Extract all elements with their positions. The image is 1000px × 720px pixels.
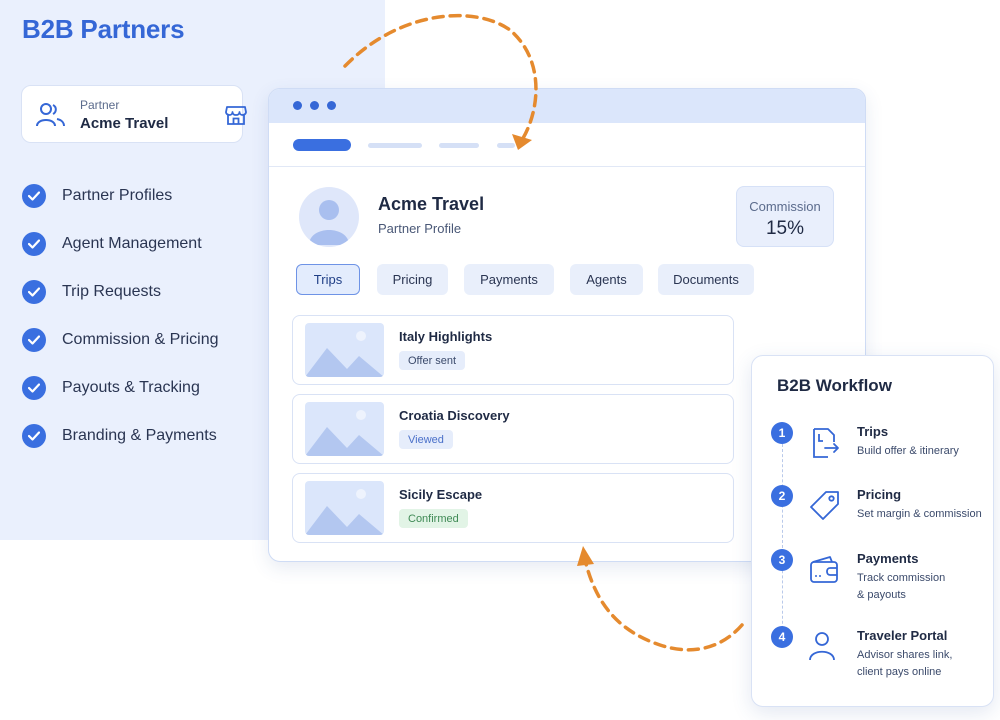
nav-placeholder[interactable]	[497, 143, 515, 148]
feature-label: Branding & Payments	[62, 427, 217, 444]
window-dot-icon[interactable]	[293, 101, 302, 110]
trip-card[interactable]: Sicily Escape Confirmed	[292, 473, 734, 543]
partner-label: Partner	[80, 98, 120, 112]
step-number: 2	[771, 485, 793, 507]
window-dot-icon[interactable]	[310, 101, 319, 110]
profile-name: Acme Travel	[378, 194, 485, 214]
nav-placeholder-active[interactable]	[293, 139, 351, 151]
step-description: Advisor shares link, client pays online	[857, 649, 953, 678]
check-icon	[22, 328, 46, 352]
workflow-step: 4 Traveler Portal Advisor shares link, c…	[752, 626, 993, 686]
step-description: Build offer & itinerary	[857, 445, 959, 457]
profile-subtitle: Partner Profile	[378, 221, 462, 236]
commission-label: Commission	[749, 199, 821, 214]
tab-trips[interactable]: Trips	[296, 264, 360, 295]
status-badge: Viewed	[399, 430, 453, 449]
tab-payments[interactable]: Payments	[464, 264, 554, 295]
check-icon	[22, 232, 46, 256]
workflow-step: 2 Pricing Set margin & commission	[752, 485, 993, 545]
tab-pricing[interactable]: Pricing	[377, 264, 448, 295]
image-placeholder-icon	[305, 481, 384, 535]
image-placeholder-icon	[305, 402, 384, 456]
feature-label: Trip Requests	[62, 283, 161, 300]
step-description: Set margin & commission	[857, 508, 982, 520]
commission-value: 15%	[765, 218, 805, 239]
check-icon	[22, 280, 46, 304]
window-dot-icon[interactable]	[327, 101, 336, 110]
trip-card[interactable]: Croatia Discovery Viewed	[292, 394, 734, 464]
step-number: 4	[771, 626, 793, 648]
nav-placeholder[interactable]	[439, 143, 479, 148]
users-icon	[36, 103, 65, 127]
trip-title: Sicily Escape	[399, 487, 483, 502]
tab-documents[interactable]: Documents	[658, 264, 754, 295]
window-titlebar	[269, 89, 865, 123]
check-icon	[22, 424, 46, 448]
step-name: Traveler Portal	[857, 628, 948, 643]
step-name: Payments	[857, 551, 919, 566]
wallet-icon	[810, 556, 838, 583]
partner-name: Acme Travel	[80, 115, 169, 132]
avatar	[299, 187, 359, 247]
feature-item: Commission & Pricing	[22, 316, 218, 364]
commission-card: Commission 15%	[736, 186, 834, 247]
image-placeholder-icon	[305, 323, 384, 377]
feature-item: Trip Requests	[22, 268, 218, 316]
check-icon	[22, 376, 46, 400]
itinerary-icon	[813, 428, 839, 458]
feature-item: Branding & Payments	[22, 412, 218, 460]
storefront-icon	[225, 106, 247, 125]
feature-label: Commission & Pricing	[62, 331, 219, 348]
user-silhouette-icon	[309, 200, 349, 245]
feature-label: Agent Management	[62, 235, 202, 252]
tab-agents[interactable]: Agents	[570, 264, 643, 295]
sidebar-title: B2B Partners	[22, 14, 185, 44]
workflow-title: B2B Workflow	[777, 376, 892, 395]
bottom-curved-arrow	[583, 558, 744, 652]
step-number: 1	[771, 422, 793, 444]
workflow-step: 3 Payments Track commission & payouts	[752, 549, 993, 609]
partner-selector[interactable]: Partner Acme Travel	[21, 85, 247, 143]
feature-item: Partner Profiles	[22, 172, 218, 220]
status-badge: Offer sent	[399, 351, 466, 370]
feature-label: Payouts & Tracking	[62, 379, 200, 396]
feature-item: Agent Management	[22, 220, 218, 268]
workflow-step: 1 Trips Build offer & itinerary	[752, 422, 993, 482]
workflow-card: B2B Workflow 1 Trips Build offer & itine…	[751, 355, 994, 707]
feature-label: Partner Profiles	[62, 187, 173, 204]
trip-title: Italy Highlights	[399, 329, 493, 344]
step-description: Track commission & payouts	[857, 572, 946, 601]
nav-placeholder[interactable]	[368, 143, 422, 148]
step-number: 3	[771, 549, 793, 571]
check-icon	[22, 184, 46, 208]
status-badge: Confirmed	[399, 509, 468, 528]
step-name: Trips	[857, 424, 889, 439]
feature-list: Partner Profiles Agent Management Trip R…	[22, 172, 218, 460]
window-nav	[269, 123, 865, 167]
price-tag-icon	[810, 491, 839, 520]
step-name: Pricing	[857, 487, 902, 502]
feature-item: Payouts & Tracking	[22, 364, 218, 412]
trip-title: Croatia Discovery	[399, 408, 510, 423]
user-icon	[809, 632, 835, 661]
trip-card[interactable]: Italy Highlights Offer sent	[292, 315, 734, 385]
